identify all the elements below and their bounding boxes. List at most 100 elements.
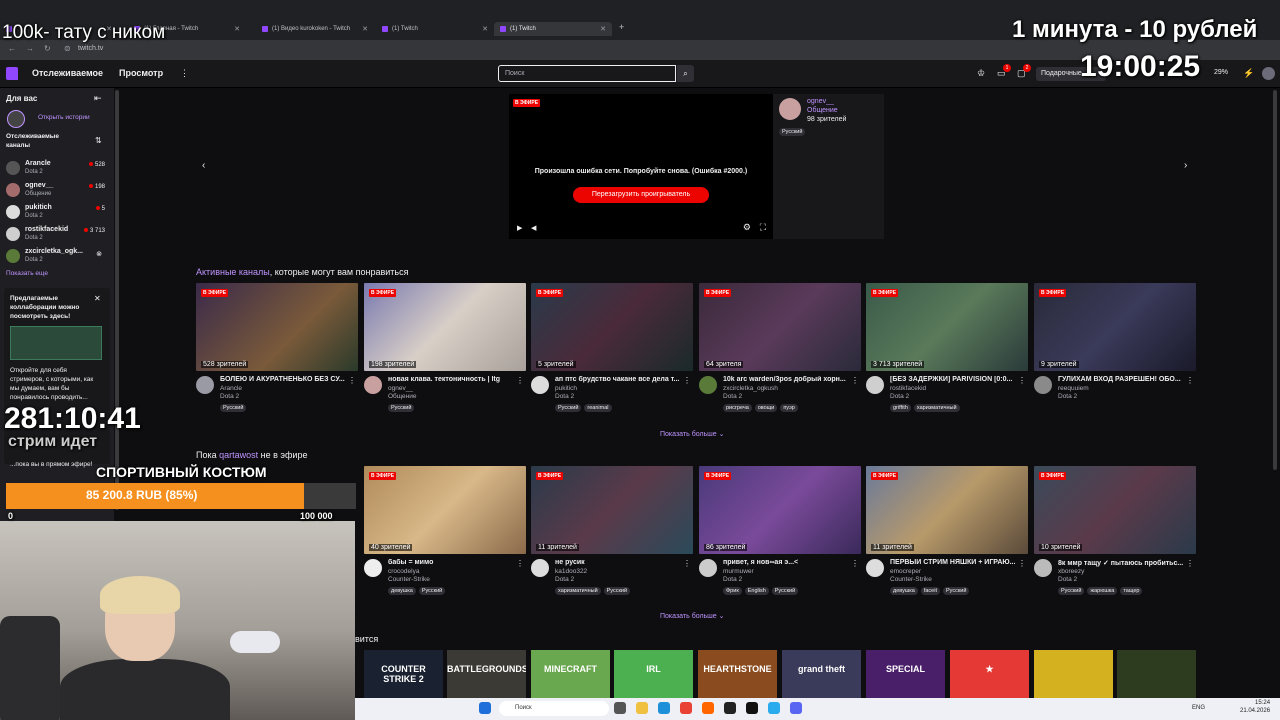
stream-card[interactable]: В ЭФИРЕ 11 зрителей не русик ka1doo322 Dota… bbox=[531, 466, 693, 606]
stream-thumbnail[interactable]: В ЭФИРЕ 64 зрителя bbox=[699, 283, 861, 371]
stream-thumbnail[interactable]: В ЭФИРЕ 198 зрителей bbox=[364, 283, 526, 371]
show-more-live-button[interactable]: Показать больше ⌄ bbox=[660, 430, 725, 438]
url-field[interactable]: twitch.tv bbox=[78, 45, 103, 52]
sidebar-channel-item[interactable]: pukitich Dota 25 bbox=[6, 202, 110, 222]
sidebar-scrollbar[interactable] bbox=[115, 90, 119, 510]
stream-thumbnail[interactable]: В ЭФИРЕ 86 зрителей bbox=[699, 466, 861, 554]
stream-thumbnail[interactable]: В ЭФИРЕ 9 зрителей bbox=[1034, 283, 1196, 371]
discord-icon[interactable] bbox=[790, 702, 802, 714]
stream-card[interactable]: В ЭФИРЕ 528 зрителей БОЛЕЮ И АКУРАТНЕНЬКО… bbox=[196, 283, 358, 423]
stream-tag[interactable]: Фрик bbox=[723, 587, 742, 595]
twitch-logo-icon[interactable] bbox=[6, 67, 18, 80]
stream-tag[interactable]: девушка bbox=[388, 587, 416, 595]
v2-icon[interactable] bbox=[746, 702, 758, 714]
card-menu-icon[interactable]: ⋮ bbox=[851, 559, 859, 568]
card-menu-icon[interactable]: ⋮ bbox=[1186, 559, 1194, 568]
stream-thumbnail[interactable]: В ЭФИРЕ 11 зрителей bbox=[866, 466, 1028, 554]
featured-player[interactable]: В ЭФИРЕ Произошла ошибка сети. Попробуйт… bbox=[509, 94, 773, 239]
carousel-prev-icon[interactable]: ‹ bbox=[202, 160, 205, 171]
streamer-avatar[interactable] bbox=[531, 559, 549, 577]
stream-tag[interactable]: харизматичный bbox=[913, 404, 960, 412]
stream-tag[interactable]: харизматичный bbox=[555, 587, 601, 595]
crown-icon[interactable]: ♔ bbox=[977, 68, 985, 79]
streamer-avatar[interactable] bbox=[364, 376, 382, 394]
card-menu-icon[interactable]: ⋮ bbox=[683, 376, 691, 385]
task-view-icon[interactable] bbox=[614, 702, 626, 714]
stream-tag[interactable]: девушка bbox=[890, 587, 918, 595]
stream-thumbnail[interactable]: В ЭФИРЕ 3 713 зрителей bbox=[866, 283, 1028, 371]
taskbar-search[interactable]: Поиск bbox=[499, 701, 609, 716]
carousel-next-icon[interactable]: › bbox=[1184, 160, 1187, 171]
stream-thumbnail[interactable]: В ЭФИРЕ 10 зрителей bbox=[1034, 466, 1196, 554]
category-card[interactable]: ★ bbox=[950, 650, 1029, 698]
category-card[interactable]: SPECIAL bbox=[866, 650, 945, 698]
stream-card[interactable]: В ЭФИРЕ 64 зрителя 10k arc warden/3pos до… bbox=[699, 283, 861, 423]
show-more-link[interactable]: Показать еще bbox=[6, 270, 48, 277]
stream-tag[interactable]: овощи bbox=[754, 404, 778, 412]
streamer-avatar[interactable] bbox=[1034, 559, 1052, 577]
card-menu-icon[interactable]: ⋮ bbox=[516, 559, 524, 568]
bits-icon[interactable]: ⚡ bbox=[1243, 68, 1254, 79]
stream-card[interactable]: В ЭФИРЕ 40 зрителей бабы = мимо crocodelya… bbox=[364, 466, 526, 606]
play-icon[interactable]: ▶ bbox=[517, 224, 522, 232]
forward-icon[interactable]: → bbox=[26, 44, 34, 53]
streamer-avatar[interactable] bbox=[364, 559, 382, 577]
more-menu-icon[interactable]: ⋮ bbox=[180, 68, 189, 79]
card-menu-icon[interactable]: ⋮ bbox=[348, 376, 356, 385]
nav-browse-link[interactable]: Просмотр bbox=[119, 68, 163, 78]
back-icon[interactable]: ← bbox=[8, 44, 16, 53]
featured-tag[interactable]: Русский bbox=[779, 128, 806, 136]
stream-tag[interactable]: faceit bbox=[920, 587, 940, 595]
sidebar-channel-item[interactable]: Arancle Dota 2 528 bbox=[6, 158, 110, 178]
stream-tag[interactable]: Русский bbox=[771, 587, 799, 595]
card-menu-icon[interactable]: ⋮ bbox=[683, 559, 691, 568]
streamer-avatar[interactable] bbox=[699, 559, 717, 577]
featured-channel-name[interactable]: ognev__ bbox=[807, 98, 834, 105]
site-info-icon[interactable]: ⊜ bbox=[64, 44, 71, 53]
category-card[interactable] bbox=[1034, 650, 1113, 698]
stream-tag[interactable]: Русский bbox=[220, 404, 247, 412]
settings-icon[interactable]: ⚙ bbox=[743, 222, 751, 233]
collab-close-icon[interactable]: ✕ bbox=[94, 294, 101, 303]
featured-category[interactable]: Общение bbox=[807, 107, 838, 114]
start-icon[interactable] bbox=[479, 702, 491, 714]
streamer-avatar[interactable] bbox=[1034, 376, 1052, 394]
streamer-avatar[interactable] bbox=[866, 559, 884, 577]
stream-card[interactable]: В ЭФИРЕ 86 зрителей привет, я нов∞ая э...… bbox=[699, 466, 861, 606]
chrome-icon[interactable] bbox=[680, 702, 692, 714]
stream-tag[interactable]: пуэр bbox=[780, 404, 798, 412]
stream-tag[interactable]: Русский bbox=[555, 404, 582, 412]
fullscreen-icon[interactable]: ⛶ bbox=[760, 222, 766, 233]
streamer-avatar[interactable] bbox=[699, 376, 717, 394]
stream-tag[interactable]: Русский bbox=[388, 404, 415, 412]
language-indicator[interactable]: ENG bbox=[1192, 705, 1205, 711]
browser-tab-active[interactable]: (1) Twitch ✕ bbox=[494, 22, 612, 36]
category-card[interactable]: IRL bbox=[614, 650, 693, 698]
stream-card[interactable]: В ЭФИРЕ 198 зрителей новая клава. тектони… bbox=[364, 283, 526, 423]
stream-tag[interactable]: Русский bbox=[603, 587, 631, 595]
nav-following-link[interactable]: Отслеживаемое bbox=[32, 68, 103, 78]
tab-close-icon[interactable]: ✕ bbox=[600, 25, 606, 33]
category-card[interactable]: HEARTHSTONE bbox=[698, 650, 777, 698]
stream-thumbnail[interactable]: В ЭФИРЕ 40 зрителей bbox=[364, 466, 526, 554]
stream-tag[interactable]: reanimal bbox=[584, 404, 612, 412]
stream-card[interactable]: В ЭФИРЕ 10 зрителей 8к ммр тащу ✓ пытаюсь… bbox=[1034, 466, 1196, 606]
card-menu-icon[interactable]: ⋮ bbox=[516, 376, 524, 385]
telegram-icon[interactable] bbox=[768, 702, 780, 714]
card-menu-icon[interactable]: ⋮ bbox=[1018, 559, 1026, 568]
category-card[interactable]: BATTLEGROUNDS bbox=[447, 650, 526, 698]
stream-card[interactable]: В ЭФИРЕ 9 зрителей ГУЛИХАМ ВХОД РАЗРЕШЕН!… bbox=[1034, 283, 1196, 423]
category-card[interactable] bbox=[1117, 650, 1196, 698]
browser-tab[interactable]: (1) Twitch ✕ bbox=[376, 22, 494, 36]
sidebar-channel-item[interactable]: zxcircletka_ogk... Dota 2 ⊗ bbox=[6, 246, 110, 266]
stream-tag[interactable]: жарюшка bbox=[1087, 587, 1118, 595]
tab-close-icon[interactable]: ✕ bbox=[234, 25, 240, 33]
taskbar-clock[interactable]: 15:24 21.04.2026 bbox=[1240, 699, 1270, 715]
stream-tag[interactable]: griffith bbox=[890, 404, 911, 412]
tab-close-icon[interactable]: ✕ bbox=[362, 25, 368, 33]
stream-tag[interactable]: рисгреча bbox=[723, 404, 752, 412]
stream-thumbnail[interactable]: В ЭФИРЕ 11 зрителей bbox=[531, 466, 693, 554]
streamer-avatar[interactable] bbox=[866, 376, 884, 394]
sidebar-channel-item[interactable]: rostikfacekid Dota 23 713 bbox=[6, 224, 110, 244]
volume-icon[interactable]: ◀ bbox=[531, 224, 536, 232]
